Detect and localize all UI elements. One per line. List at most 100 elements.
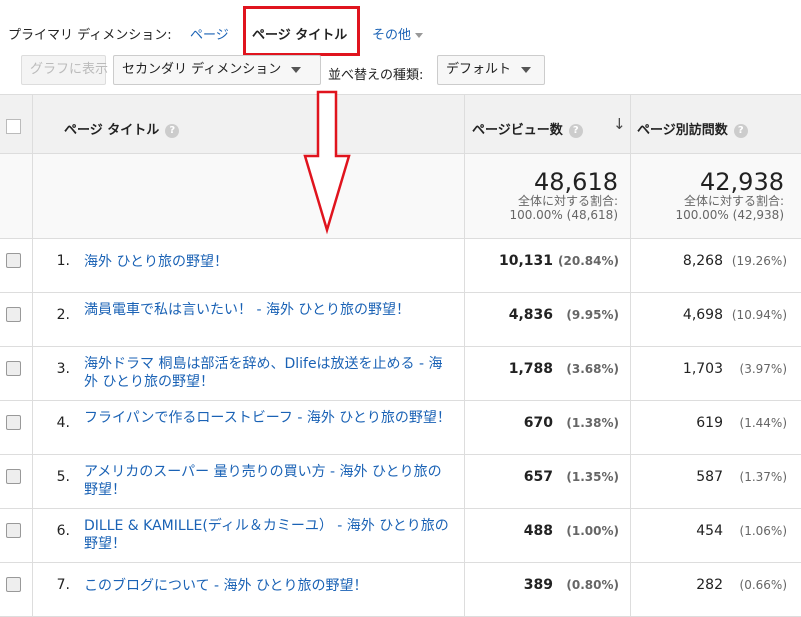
- divider: [32, 509, 33, 562]
- chevron-down-icon: [521, 66, 532, 73]
- chevron-down-icon: [291, 66, 302, 73]
- sort-type-dropdown[interactable]: デフォルト: [437, 55, 545, 85]
- divider: [630, 563, 631, 616]
- row-pageviews: 10,131: [498, 253, 553, 269]
- row-unique-pageviews: 587: [696, 469, 723, 485]
- secondary-dimension-label: セカンダリ ディメンション: [122, 62, 282, 77]
- row-pageviews: 389: [523, 577, 553, 593]
- row-unique-share: (19.26%): [731, 254, 787, 268]
- row-page-title-link[interactable]: 海外 ひとり旅の野望！: [84, 253, 454, 271]
- column-pageviews-label: ページビュー数: [472, 123, 563, 138]
- annotation-arrow-icon: [303, 90, 351, 235]
- row-pageviews-share: (1.00%): [566, 524, 619, 538]
- divider: [464, 347, 465, 400]
- row-page-title-link[interactable]: 海外ドラマ 桐島は部活を辞め、Dlifeは放送を止める - 海外 ひとり旅の野望…: [84, 355, 454, 391]
- row-pageviews: 670: [523, 415, 553, 431]
- divider: [32, 95, 33, 153]
- divider: [630, 347, 631, 400]
- row-checkbox[interactable]: [6, 307, 21, 322]
- dimension-option-other-label: その他: [372, 28, 412, 43]
- row-unique-share: (1.06%): [739, 524, 787, 538]
- sort-type-value: デフォルト: [446, 62, 512, 77]
- table-row: 5. アメリカのスーパー 量り売りの買い方 - 海外 ひとり旅の野望！ 657 (1.…: [0, 455, 801, 509]
- row-pageviews: 657: [523, 469, 553, 485]
- row-checkbox[interactable]: [6, 253, 21, 268]
- row-pageviews-share: (20.84%): [558, 254, 619, 268]
- row-checkbox[interactable]: [6, 469, 21, 484]
- divider: [32, 293, 33, 346]
- select-all-checkbox[interactable]: [6, 119, 21, 134]
- divider: [630, 95, 631, 153]
- row-index: 3.: [56, 361, 70, 377]
- divider: [32, 401, 33, 454]
- sort-descending-icon[interactable]: ↓: [613, 115, 626, 133]
- column-header-title[interactable]: ページ タイトル?: [64, 119, 180, 138]
- totals-row: 48,618 全体に対する割合: 100.00% (48,618) 42,938 …: [0, 154, 801, 239]
- row-checkbox[interactable]: [6, 577, 21, 592]
- row-index: 2.: [56, 307, 70, 323]
- row-page-title-link[interactable]: アメリカのスーパー 量り売りの買い方 - 海外 ひとり旅の野望！: [84, 463, 454, 499]
- row-page-title-link[interactable]: このブログについて - 海外 ひとり旅の野望！: [84, 577, 454, 595]
- total-unique-share: 全体に対する割合: 100.00% (42,938): [675, 194, 784, 222]
- row-page-title-link[interactable]: 満員電車で私は言いたい！ - 海外 ひとり旅の野望！: [84, 301, 454, 319]
- divider: [630, 401, 631, 454]
- table-header: ページ タイトル? ページビュー数? ↓ ページ別訪問数?: [0, 95, 801, 154]
- total-pageviews-share-value: 100.00% (48,618): [509, 208, 618, 222]
- column-unique-label: ページ別訪問数: [637, 123, 728, 138]
- column-header-unique-pageviews[interactable]: ページ別訪問数?: [637, 119, 748, 138]
- toolbar: グラフに表示 セカンダリ ディメンション 並べ替えの種類: デフォルト: [0, 52, 801, 92]
- row-unique-pageviews: 4,698: [682, 307, 723, 323]
- dimension-option-page[interactable]: ページ: [190, 24, 229, 43]
- column-header-pageviews[interactable]: ページビュー数?: [472, 119, 583, 138]
- total-unique-value: 42,938: [700, 168, 784, 196]
- row-pageviews-share: (3.68%): [566, 362, 619, 376]
- row-pageviews-share: (1.38%): [566, 416, 619, 430]
- divider: [630, 455, 631, 508]
- row-checkbox[interactable]: [6, 361, 21, 376]
- row-checkbox[interactable]: [6, 523, 21, 538]
- total-unique-share-label: 全体に対する割合:: [683, 194, 784, 208]
- total-pageviews-value: 48,618: [534, 168, 618, 196]
- row-index: 5.: [56, 469, 70, 485]
- total-pageviews-share-label: 全体に対する割合:: [517, 194, 618, 208]
- row-unique-pageviews: 282: [696, 577, 723, 593]
- sort-type-label: 並べ替えの種類:: [328, 68, 424, 83]
- show-in-graph-button[interactable]: グラフに表示: [21, 55, 108, 85]
- table-row: 7. このブログについて - 海外 ひとり旅の野望！ 389 (0.80%) 282 (0…: [0, 563, 801, 617]
- row-pageviews: 4,836: [508, 307, 553, 323]
- help-icon[interactable]: ?: [733, 123, 748, 138]
- divider: [32, 154, 33, 238]
- divider: [630, 293, 631, 346]
- divider: [32, 239, 33, 292]
- divider: [464, 509, 465, 562]
- primary-dimension-bar: プライマリ ディメンション: ページ ページ タイトル その他: [0, 0, 801, 60]
- column-title-label: ページ タイトル: [64, 123, 160, 138]
- row-index: 4.: [56, 415, 70, 431]
- divider: [32, 347, 33, 400]
- row-pageviews: 488: [523, 523, 553, 539]
- row-pageviews-share: (9.95%): [566, 308, 619, 322]
- dimension-option-other[interactable]: その他: [372, 24, 424, 43]
- table-row: 2. 満員電車で私は言いたい！ - 海外 ひとり旅の野望！ 4,836 (9.95%)…: [0, 293, 801, 347]
- divider: [630, 509, 631, 562]
- row-unique-share: (3.97%): [739, 362, 787, 376]
- row-pageviews: 1,788: [508, 361, 553, 377]
- help-icon[interactable]: ?: [165, 123, 180, 138]
- secondary-dimension-dropdown[interactable]: セカンダリ ディメンション: [113, 55, 321, 85]
- row-page-title-link[interactable]: DILLE & KAMILLE(ディル＆カミーユ） - 海外 ひとり旅の野望！: [84, 517, 454, 553]
- data-table: ページ タイトル? ページビュー数? ↓ ページ別訪問数? 48,618 全体に…: [0, 94, 801, 617]
- primary-dimension-label: プライマリ ディメンション:: [8, 28, 172, 43]
- totals-unique: 42,938 全体に対する割合: 100.00% (42,938): [630, 154, 784, 238]
- table-row: 6. DILLE & KAMILLE(ディル＆カミーユ） - 海外 ひとり旅の野望…: [0, 509, 801, 563]
- row-index: 1.: [56, 253, 70, 269]
- row-unique-share: (1.37%): [739, 470, 787, 484]
- row-unique-pageviews: 454: [696, 523, 723, 539]
- divider: [464, 239, 465, 292]
- table-body: 1. 海外 ひとり旅の野望！ 10,131 (20.84%) 8,268 (19.26%)…: [0, 239, 801, 617]
- help-icon[interactable]: ?: [568, 123, 583, 138]
- total-unique-share-value: 100.00% (42,938): [675, 208, 784, 222]
- divider: [32, 563, 33, 616]
- divider: [464, 293, 465, 346]
- row-checkbox[interactable]: [6, 415, 21, 430]
- row-page-title-link[interactable]: フライパンで作るローストビーフ - 海外 ひとり旅の野望！: [84, 409, 454, 427]
